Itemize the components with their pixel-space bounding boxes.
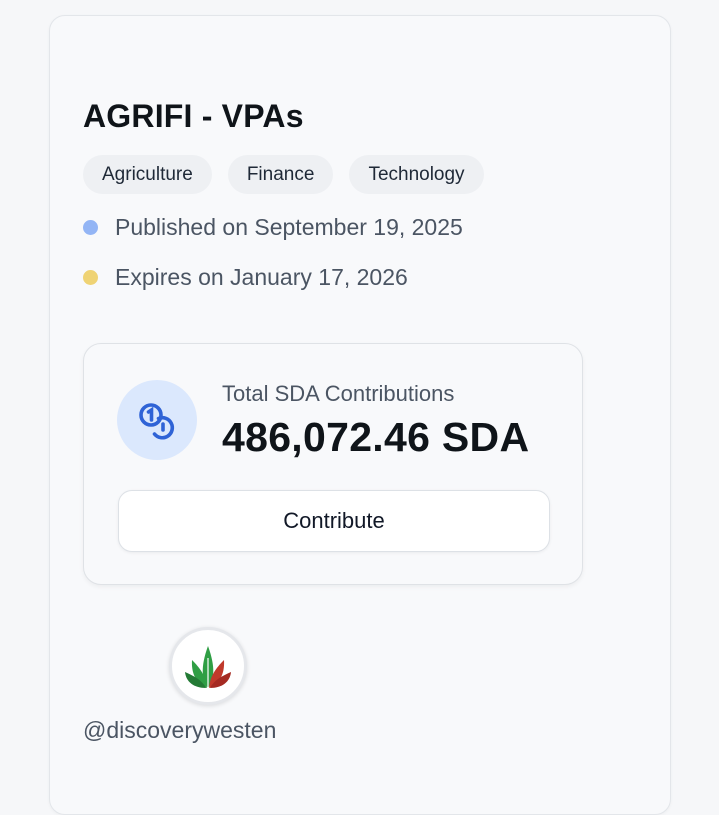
expires-text: Expires on January 17, 2026 [115,264,408,290]
project-title: AGRIFI - VPAs [83,98,304,134]
leaf-logo-icon [185,646,231,688]
expires-dot-icon [83,270,98,285]
contribute-button[interactable]: Contribute [118,490,550,552]
contributions-label: Total SDA Contributions [222,381,455,406]
tag-agriculture[interactable]: Agriculture [83,155,212,194]
published-date: Published on September 19, 2025 [83,214,463,241]
contributions-panel: Total SDA Contributions 486,072.46 SDA C… [83,343,583,585]
expiry-date: Expires on January 17, 2026 [83,264,408,291]
published-dot-icon [83,220,98,235]
contributions-amount: 486,072.46 SDA [222,414,530,460]
tag-technology[interactable]: Technology [349,155,484,194]
author-handle[interactable]: @discoverywesten [83,717,276,744]
tag-finance[interactable]: Finance [227,155,334,194]
project-card: AGRIFI - VPAs Agriculture Finance Techno… [49,15,671,815]
author-avatar[interactable] [169,627,247,705]
coins-icon [117,380,197,460]
published-text: Published on September 19, 2025 [115,214,463,240]
tag-list: Agriculture Finance Technology [83,155,484,194]
